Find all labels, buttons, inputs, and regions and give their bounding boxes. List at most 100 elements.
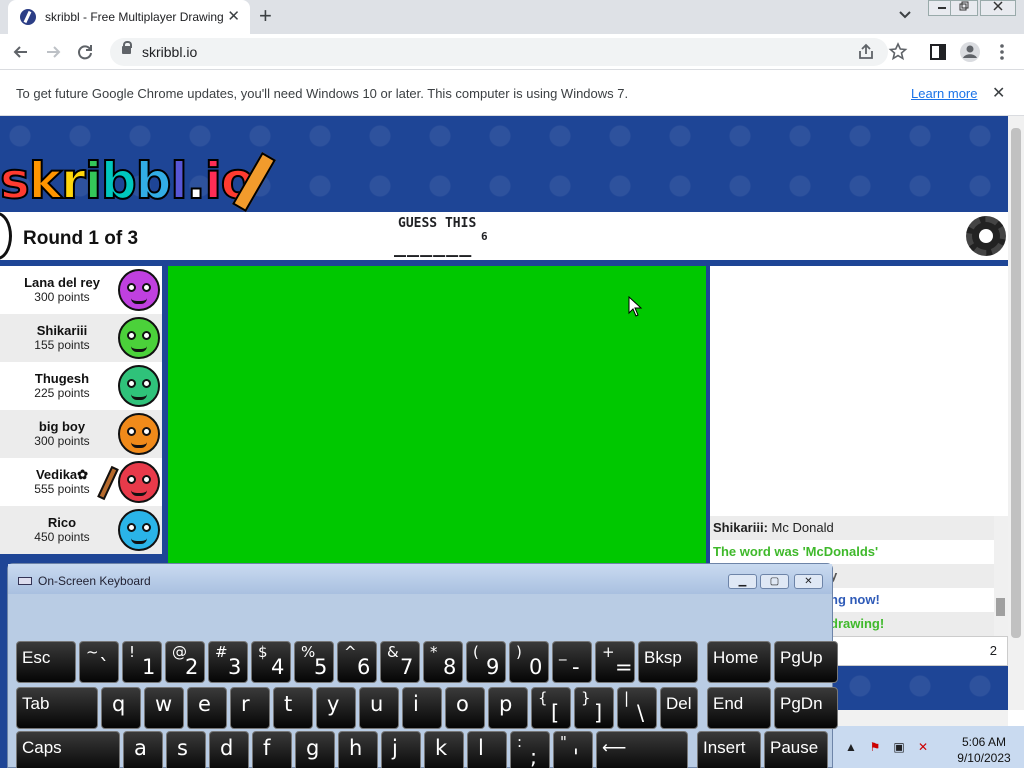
player-list: Lana del rey 300 points Shikariii 155 point… — [0, 266, 162, 566]
osk-key[interactable]: i — [402, 687, 442, 729]
osk-key[interactable]: k — [424, 731, 464, 768]
back-arrow-icon[interactable] — [10, 41, 32, 63]
key-label: q — [112, 692, 126, 716]
chat-text: The word was 'McDonalds' — [713, 544, 879, 559]
osk-key[interactable]: o — [445, 687, 485, 729]
player-row[interactable]: Thugesh 225 points — [0, 362, 162, 410]
osk-minimize-button[interactable]: ▁ — [728, 574, 757, 589]
osk-key[interactable]: $4 — [251, 641, 291, 683]
osk-key[interactable]: * 8 — [423, 641, 463, 683]
lock-icon[interactable] — [122, 41, 132, 54]
page-vertical-scrollbar[interactable] — [1008, 116, 1024, 710]
learn-more-link[interactable]: Learn more — [911, 86, 977, 101]
player-row[interactable]: big boy 300 points — [0, 410, 162, 458]
osk-key[interactable]: Caps — [16, 731, 120, 768]
osk-key[interactable]: w — [144, 687, 184, 729]
player-row[interactable]: Vedika✿ 555 points — [0, 458, 162, 506]
osk-key[interactable]: ! 1 — [122, 641, 162, 683]
new-tab-button[interactable]: + — [259, 5, 272, 27]
page-horizontal-scrollbar[interactable] — [828, 710, 1008, 726]
chat-scrollbar[interactable] — [994, 516, 1008, 648]
drawing-canvas[interactable] — [168, 266, 706, 566]
url-text[interactable]: skribbl.io — [142, 44, 197, 60]
profile-avatar-icon[interactable] — [958, 40, 982, 64]
osk-key[interactable]: #3 — [208, 641, 248, 683]
osk-key[interactable]: l — [467, 731, 507, 768]
settings-gear-icon[interactable] — [966, 216, 1006, 256]
chat-text: Mc Donald — [771, 520, 834, 535]
osk-key[interactable]: " ' — [553, 731, 593, 768]
osk-key[interactable]: % 5 — [294, 641, 334, 683]
osk-key[interactable]: p — [488, 687, 528, 729]
osk-key[interactable]: Bksp — [638, 641, 698, 683]
address-bar[interactable]: skribbl.io — [110, 38, 888, 66]
osk-key[interactable]: d — [209, 731, 249, 768]
osk-key[interactable]: a — [123, 731, 163, 768]
volume-muted-icon[interactable]: ✕ — [916, 740, 930, 754]
key-shift-label: " — [560, 733, 567, 751]
osk-close-button[interactable]: ✕ — [794, 574, 823, 589]
osk-key[interactable]: u — [359, 687, 399, 729]
player-name: big boy — [38, 419, 86, 434]
action-center-flag-icon[interactable]: ⚑ — [868, 740, 882, 754]
tab-skribbl[interactable]: skribbl - Free Multiplayer Drawing ✕ — [8, 0, 250, 34]
osk-key[interactable]: + = — [595, 641, 635, 683]
bookmark-star-icon[interactable] — [886, 40, 910, 64]
osk-key[interactable]: Pause — [764, 731, 828, 768]
osk-key[interactable]: h — [338, 731, 378, 768]
osk-key[interactable]: | \ — [617, 687, 657, 729]
osk-key[interactable]: Tab — [16, 687, 98, 729]
osk-key[interactable]: r — [230, 687, 270, 729]
infobar-close-icon[interactable]: ✕ — [992, 83, 1005, 103]
osk-key[interactable]: y — [316, 687, 356, 729]
osk-key[interactable]: _ - — [552, 641, 592, 683]
osk-key[interactable]: PgDn — [774, 687, 838, 729]
close-window-button[interactable] — [980, 0, 1016, 16]
osk-title-bar[interactable]: On-Screen Keyboard ▁ ▢ ✕ — [8, 564, 832, 594]
osk-key[interactable]: PgUp — [774, 641, 838, 683]
osk-restore-button[interactable]: ▢ — [760, 574, 789, 589]
osk-key[interactable]: q — [101, 687, 141, 729]
osk-key[interactable]: & 7 — [380, 641, 420, 683]
side-panel-icon[interactable] — [926, 40, 950, 64]
osk-key[interactable]: Insert — [697, 731, 761, 768]
osk-key[interactable]: g — [295, 731, 335, 768]
osk-key[interactable]: j — [381, 731, 421, 768]
key-label: ` — [99, 655, 110, 679]
osk-key[interactable]: ~ ` — [79, 641, 119, 683]
osk-key[interactable]: Del — [660, 687, 698, 729]
osk-key[interactable]: t — [273, 687, 313, 729]
logo-letter: b — [135, 151, 173, 211]
osk-key[interactable]: :; — [510, 731, 550, 768]
reload-icon[interactable] — [74, 41, 96, 63]
chat-scroll-thumb[interactable] — [996, 598, 1005, 616]
tab-close-icon[interactable]: ✕ — [227, 9, 240, 25]
osk-key[interactable]: Home — [707, 641, 771, 683]
tray-up-arrow-icon[interactable]: ▲ — [844, 740, 858, 754]
forward-arrow-icon[interactable] — [42, 41, 64, 63]
osk-key[interactable]: s — [166, 731, 206, 768]
player-row[interactable]: Shikariii 155 points — [0, 314, 162, 362]
restore-button[interactable] — [950, 0, 978, 16]
player-row[interactable]: Rico 450 points — [0, 506, 162, 554]
osk-key[interactable]: {[ — [531, 687, 571, 729]
osk-key[interactable]: e — [187, 687, 227, 729]
osk-key[interactable]: (9 — [466, 641, 506, 683]
osk-key[interactable]: f — [252, 731, 292, 768]
more-menu-icon[interactable] — [990, 40, 1014, 64]
osk-key[interactable]: }] — [574, 687, 614, 729]
osk-key[interactable]: ^ 6 — [337, 641, 377, 683]
osk-key[interactable]: @2 — [165, 641, 205, 683]
player-row[interactable]: Lana del rey 300 points — [0, 266, 162, 314]
osk-key[interactable]: ⟵ — [596, 731, 688, 768]
page-scroll-thumb[interactable] — [1011, 128, 1021, 638]
share-icon[interactable] — [854, 40, 878, 64]
restore-icon — [959, 1, 969, 11]
osk-key[interactable]: End — [707, 687, 771, 729]
tab-search-chevron-icon[interactable] — [898, 8, 912, 22]
key-shift-label: : — [517, 733, 523, 751]
taskbar-clock[interactable]: 5:06 AM 9/10/2023 — [944, 734, 1024, 766]
network-icon[interactable]: ▣ — [892, 740, 906, 754]
osk-key[interactable]: Esc — [16, 641, 76, 683]
osk-key[interactable]: ) 0 — [509, 641, 549, 683]
